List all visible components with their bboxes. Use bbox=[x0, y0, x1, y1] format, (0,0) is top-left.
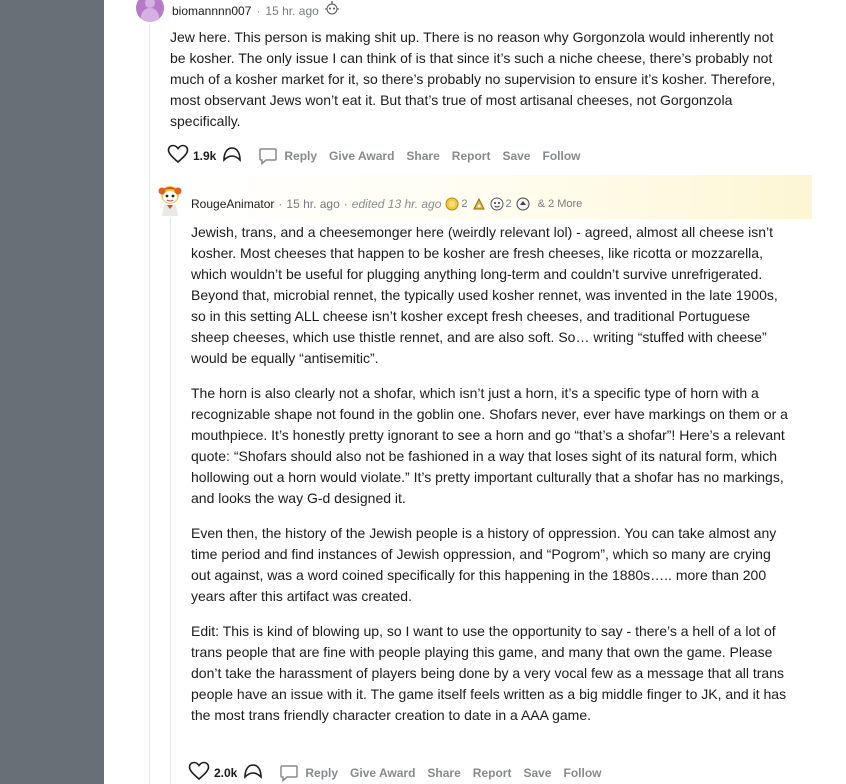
award-count: 2 bbox=[505, 198, 512, 210]
timestamp[interactable]: 15 hr. ago bbox=[265, 4, 318, 18]
save-button[interactable]: Save bbox=[502, 149, 530, 163]
award-badge[interactable] bbox=[516, 197, 530, 211]
award-badge[interactable]: 2 bbox=[445, 197, 468, 211]
more-awards[interactable]: & 2 More bbox=[538, 198, 583, 210]
reply-button[interactable]: Reply bbox=[258, 147, 317, 165]
comment-body: Jew here. This person is making shit up.… bbox=[170, 27, 790, 132]
avatar[interactable] bbox=[156, 183, 184, 217]
comment-paragraph: The horn is also clearly not a shofar, w… bbox=[191, 385, 788, 506]
separator: · bbox=[278, 197, 283, 211]
comment-paragraph: Even then, the history of the Jewish peo… bbox=[191, 525, 777, 604]
downvote-icon[interactable] bbox=[243, 762, 263, 783]
bot-face-icon bbox=[324, 1, 340, 20]
follow-button[interactable]: Follow bbox=[542, 149, 580, 163]
give-award-button[interactable]: Give Award bbox=[329, 149, 394, 163]
wholesome-award-icon bbox=[490, 197, 504, 211]
comment-paragraph: Jew here. This person is making shit up.… bbox=[170, 29, 776, 129]
vote-count: 2.0k bbox=[214, 765, 238, 780]
separator: · bbox=[256, 3, 261, 18]
report-button[interactable]: Report bbox=[473, 766, 512, 780]
save-button[interactable]: Save bbox=[523, 766, 551, 780]
timestamp[interactable]: 15 hr. ago bbox=[286, 197, 339, 211]
thread-line[interactable] bbox=[170, 218, 171, 784]
follow-button[interactable]: Follow bbox=[563, 766, 601, 780]
comment-action-bar: 2.0k Reply Give Award Share Report Save … bbox=[188, 761, 613, 784]
report-button[interactable]: Report bbox=[452, 149, 491, 163]
silver-award-icon bbox=[516, 197, 530, 211]
downvote-icon[interactable] bbox=[222, 145, 242, 166]
comment-paragraph: Jewish, trans, and a cheesemonger here (… bbox=[191, 224, 778, 366]
username[interactable]: RougeAnimator bbox=[191, 197, 274, 211]
award-badge[interactable] bbox=[472, 197, 486, 211]
comment-bubble-icon bbox=[280, 764, 299, 782]
helpful-award-icon bbox=[472, 197, 485, 210]
award-count: 2 bbox=[461, 198, 468, 210]
comment-body: Jewish, trans, and a cheesemonger here (… bbox=[191, 222, 791, 726]
heart-upvote-icon[interactable] bbox=[167, 144, 189, 167]
comment-action-bar: 1.9k Reply Give Award Share Report Save … bbox=[167, 144, 592, 167]
award-badge[interactable]: 2 bbox=[490, 197, 512, 211]
thread-line[interactable] bbox=[149, 24, 150, 784]
vote-count: 1.9k bbox=[193, 148, 217, 163]
give-award-button[interactable]: Give Award bbox=[350, 766, 415, 780]
reply-label: Reply bbox=[284, 148, 318, 163]
reply-button[interactable]: Reply bbox=[279, 764, 338, 782]
comment-paragraph: Edit: This is kind of blowing up, so I w… bbox=[191, 623, 787, 723]
gold-award-icon bbox=[445, 197, 459, 211]
reply-label: Reply bbox=[305, 765, 339, 780]
edited-timestamp: edited 13 hr. ago bbox=[351, 197, 442, 211]
comment-bubble-icon bbox=[259, 147, 278, 165]
comment-header: biomannnn007 · 15 hr. ago bbox=[172, 1, 340, 20]
heart-upvote-icon[interactable] bbox=[188, 761, 210, 784]
share-button[interactable]: Share bbox=[427, 766, 460, 780]
separator: · bbox=[343, 197, 348, 211]
username[interactable]: biomannnn007 bbox=[172, 4, 251, 18]
share-button[interactable]: Share bbox=[406, 149, 439, 163]
comment-header: RougeAnimator · 15 hr. ago · edited 13 h… bbox=[191, 197, 582, 211]
